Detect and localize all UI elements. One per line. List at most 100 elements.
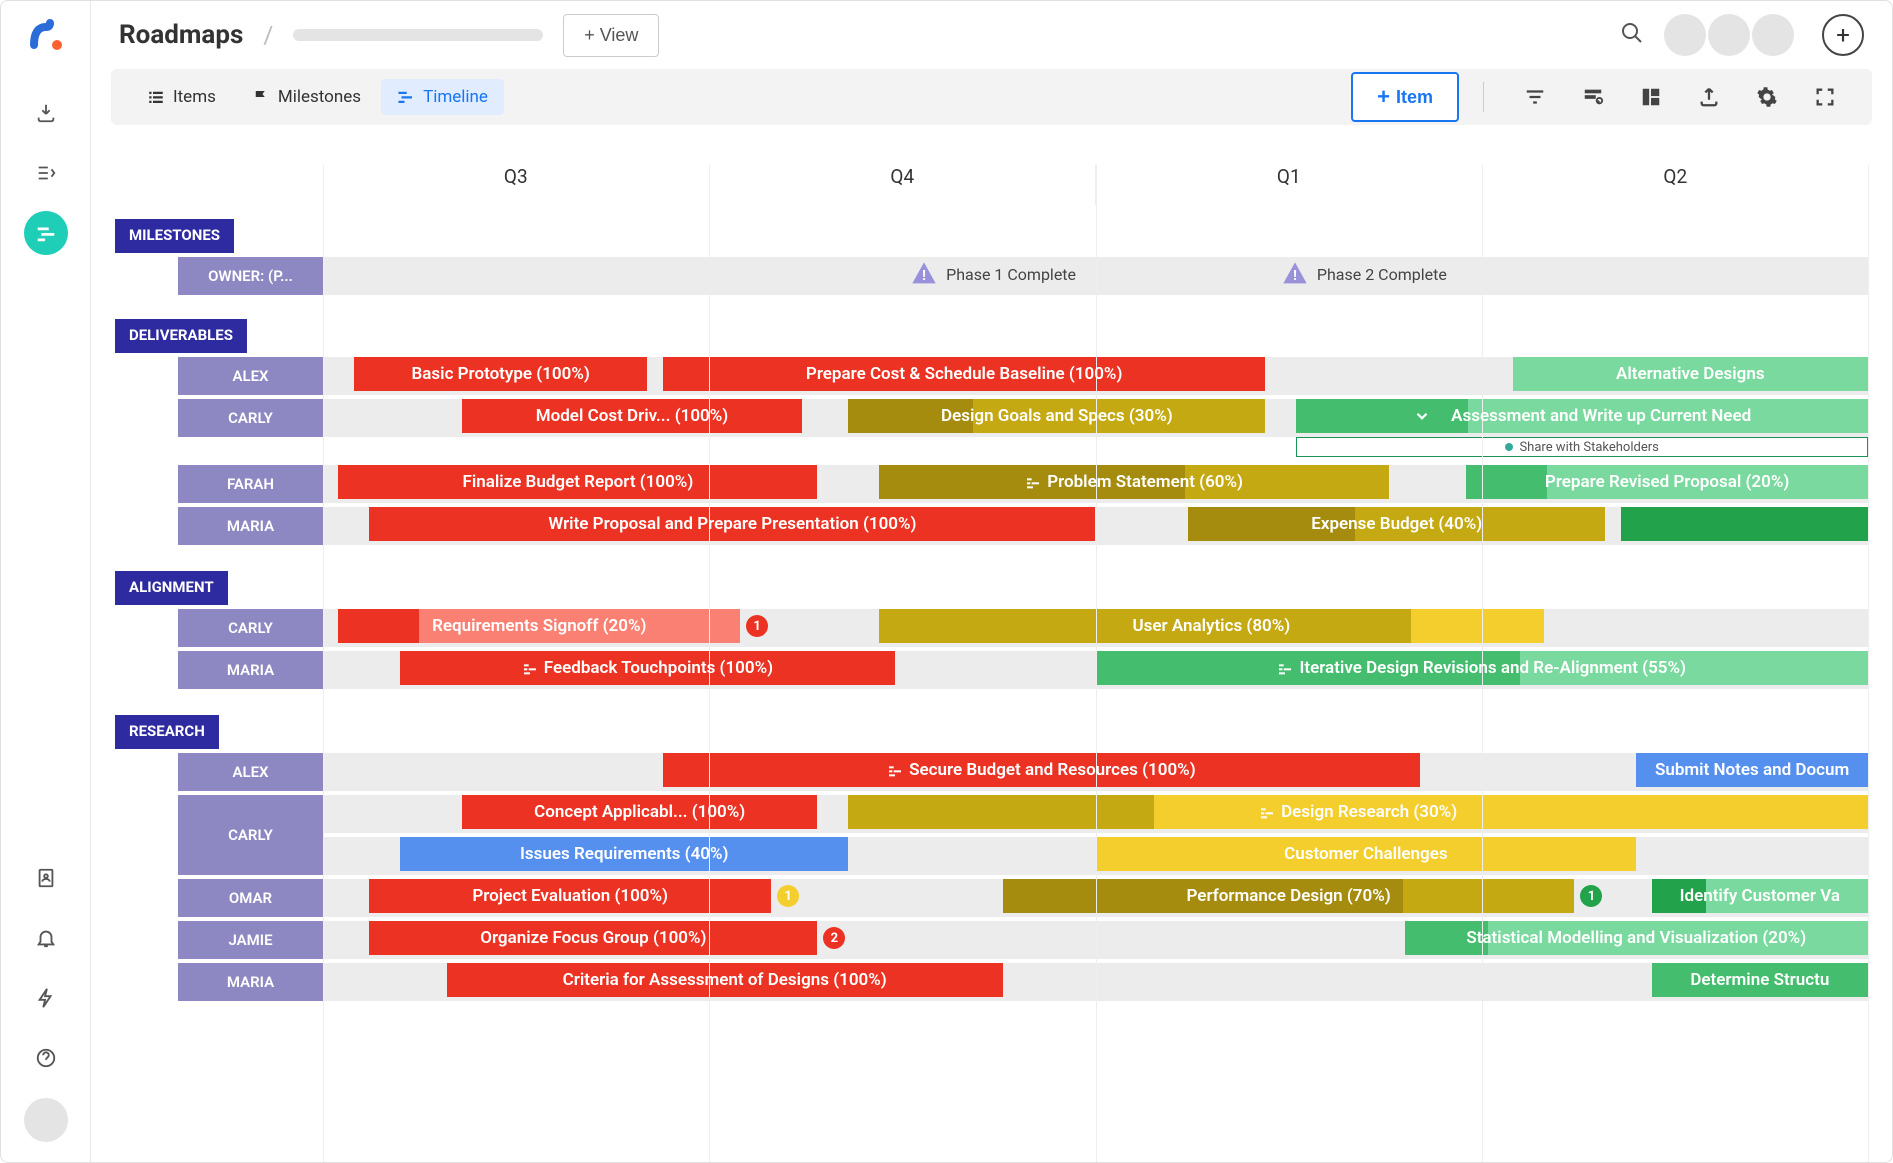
section-header: RESEARCH: [115, 715, 219, 749]
timeline-bar[interactable]: Secure Budget and Resources (100%): [663, 753, 1420, 787]
timeline-bar[interactable]: Design Goals and Specs (30%): [848, 399, 1265, 433]
timeline-bar[interactable]: Project Evaluation (100%): [369, 879, 771, 913]
download-icon[interactable]: [24, 91, 68, 135]
timeline-bar[interactable]: Alternative Designs: [1513, 357, 1868, 391]
sidebar: [1, 1, 91, 1162]
badge: 1: [746, 615, 768, 637]
timeline-track: Secure Budget and Resources (100%) Submit…: [323, 753, 1868, 791]
timeline-view: Q3Q4Q1Q2MILESTONESOWNER: (P... ! Phase 1…: [91, 125, 1892, 1162]
timeline-bar[interactable]: Problem Statement (60%): [879, 465, 1389, 499]
timeline-track: Basic Prototype (100%) Prepare Cost & Sch…: [323, 357, 1868, 395]
breadcrumb-placeholder: [293, 29, 543, 41]
add-view-button[interactable]: + View: [563, 14, 659, 57]
tab-milestones[interactable]: Milestones: [236, 79, 377, 115]
link-icon[interactable]: [1576, 80, 1610, 114]
badge: 2: [823, 927, 845, 949]
timeline-bar[interactable]: Basic Prototype (100%): [354, 357, 648, 391]
timeline-bar[interactable]: Customer Challenges: [1096, 837, 1637, 871]
row-label[interactable]: OMAR: [178, 879, 323, 917]
sub-item[interactable]: Share with Stakeholders: [1296, 437, 1868, 457]
fullscreen-icon[interactable]: [1808, 80, 1842, 114]
timeline-bar[interactable]: Identify Customer Va: [1652, 879, 1868, 913]
bolt-icon[interactable]: [24, 976, 68, 1020]
tab-label: Items: [173, 87, 216, 107]
tab-timeline[interactable]: Timeline: [381, 79, 504, 115]
quarter-header: Q3: [323, 165, 709, 205]
toolbar: Items Milestones Timeline + Item: [111, 69, 1872, 125]
timeline-bar[interactable]: Iterative Design Revisions and Re-Alignm…: [1096, 651, 1869, 685]
tab-label: Timeline: [423, 87, 488, 107]
timeline-bar[interactable]: Issues Requirements (40%): [400, 837, 848, 871]
timeline-nav-icon[interactable]: [24, 211, 68, 255]
collaborators: [1664, 14, 1794, 56]
row-label[interactable]: ALEX: [178, 357, 323, 395]
export-icon[interactable]: [1692, 80, 1726, 114]
milestone-track: ! Phase 1 Complete ! Phase 2 Complete: [323, 257, 1868, 295]
section-header: MILESTONES: [115, 219, 234, 253]
timeline-bar[interactable]: Requirements Signoff (20%): [338, 609, 740, 643]
section-header: ALIGNMENT: [115, 571, 228, 605]
row-label[interactable]: JAMIE: [178, 921, 323, 959]
timeline-bar[interactable]: Determine Structu: [1652, 963, 1868, 997]
timeline-track: Criteria for Assessment of Designs (100%…: [323, 963, 1868, 1001]
timeline-bar[interactable]: [1621, 507, 1868, 541]
bell-icon[interactable]: [24, 916, 68, 960]
row-label[interactable]: ALEX: [178, 753, 323, 791]
row-label[interactable]: CARLY: [178, 609, 323, 647]
help-icon[interactable]: [24, 1036, 68, 1080]
search-icon[interactable]: [1620, 21, 1644, 49]
timeline-bar[interactable]: Assessment and Write up Current Need: [1296, 399, 1868, 433]
row-label[interactable]: OWNER: (P...: [178, 257, 323, 295]
timeline-track: Finalize Budget Report (100%) Problem Sta…: [323, 465, 1868, 503]
timeline-track: Requirements Signoff (20%) 1 User Analytic…: [323, 609, 1868, 647]
timeline-track: Project Evaluation (100%) 1Performance De…: [323, 879, 1868, 917]
timeline-track: Write Proposal and Prepare Presentation …: [323, 507, 1868, 545]
timeline-bar[interactable]: Organize Focus Group (100%): [369, 921, 817, 955]
timeline-bar[interactable]: Submit Notes and Docum: [1636, 753, 1868, 787]
add-collaborator-button[interactable]: +: [1822, 14, 1864, 56]
timeline-bar[interactable]: Expense Budget (40%): [1188, 507, 1605, 541]
timeline-bar[interactable]: Design Research (30%): [848, 795, 1868, 829]
milestone-marker[interactable]: ! Phase 1 Complete: [910, 260, 1076, 288]
timeline-bar[interactable]: Feedback Touchpoints (100%): [400, 651, 894, 685]
tab-label: Milestones: [278, 87, 361, 107]
badge: 1: [1580, 885, 1602, 907]
timeline-bar[interactable]: Performance Design (70%): [1003, 879, 1575, 913]
list-icon[interactable]: [24, 151, 68, 195]
timeline-bar[interactable]: Prepare Cost & Schedule Baseline (100%): [663, 357, 1266, 391]
timeline-bar[interactable]: Criteria for Assessment of Designs (100%…: [447, 963, 1003, 997]
row-label[interactable]: CARLY: [178, 795, 323, 875]
milestone-marker[interactable]: ! Phase 2 Complete: [1281, 260, 1447, 288]
timeline-bar[interactable]: Model Cost Driv... (100%): [462, 399, 802, 433]
svg-text:!: !: [1293, 268, 1297, 284]
timeline-bar[interactable]: Write Proposal and Prepare Presentation …: [369, 507, 1095, 541]
timeline-bar[interactable]: Concept Applicabl... (100%): [462, 795, 817, 829]
timeline-bar[interactable]: Finalize Budget Report (100%): [338, 465, 817, 499]
settings-icon[interactable]: [1750, 80, 1784, 114]
layout-icon[interactable]: [1634, 80, 1668, 114]
add-item-label: Item: [1396, 87, 1433, 108]
timeline-bar[interactable]: Prepare Revised Proposal (20%): [1466, 465, 1868, 499]
timeline-bar[interactable]: User Analytics (80%): [879, 609, 1543, 643]
quarter-header: Q4: [709, 165, 1096, 205]
avatar[interactable]: [1708, 14, 1750, 56]
timeline-track: Issues Requirements (40%) Customer Challe…: [323, 837, 1868, 875]
avatar[interactable]: [1752, 14, 1794, 56]
breadcrumb-separator: /: [263, 21, 273, 49]
user-avatar[interactable]: [24, 1098, 68, 1142]
row-label[interactable]: CARLY: [178, 399, 323, 437]
quarter-header: Q2: [1482, 165, 1869, 205]
logo: [28, 17, 64, 53]
row-label[interactable]: MARIA: [178, 507, 323, 545]
filter-icon[interactable]: [1518, 80, 1552, 114]
avatar[interactable]: [1664, 14, 1706, 56]
row-label[interactable]: MARIA: [178, 651, 323, 689]
tab-items[interactable]: Items: [131, 79, 232, 115]
contacts-icon[interactable]: [24, 856, 68, 900]
svg-text:!: !: [922, 268, 926, 284]
row-label[interactable]: MARIA: [178, 963, 323, 1001]
row-label[interactable]: FARAH: [178, 465, 323, 503]
timeline-bar[interactable]: Statistical Modelling and Visualization …: [1405, 921, 1869, 955]
add-item-button[interactable]: + Item: [1351, 72, 1459, 122]
timeline-track: Organize Focus Group (100%) 2 Statistical …: [323, 921, 1868, 959]
